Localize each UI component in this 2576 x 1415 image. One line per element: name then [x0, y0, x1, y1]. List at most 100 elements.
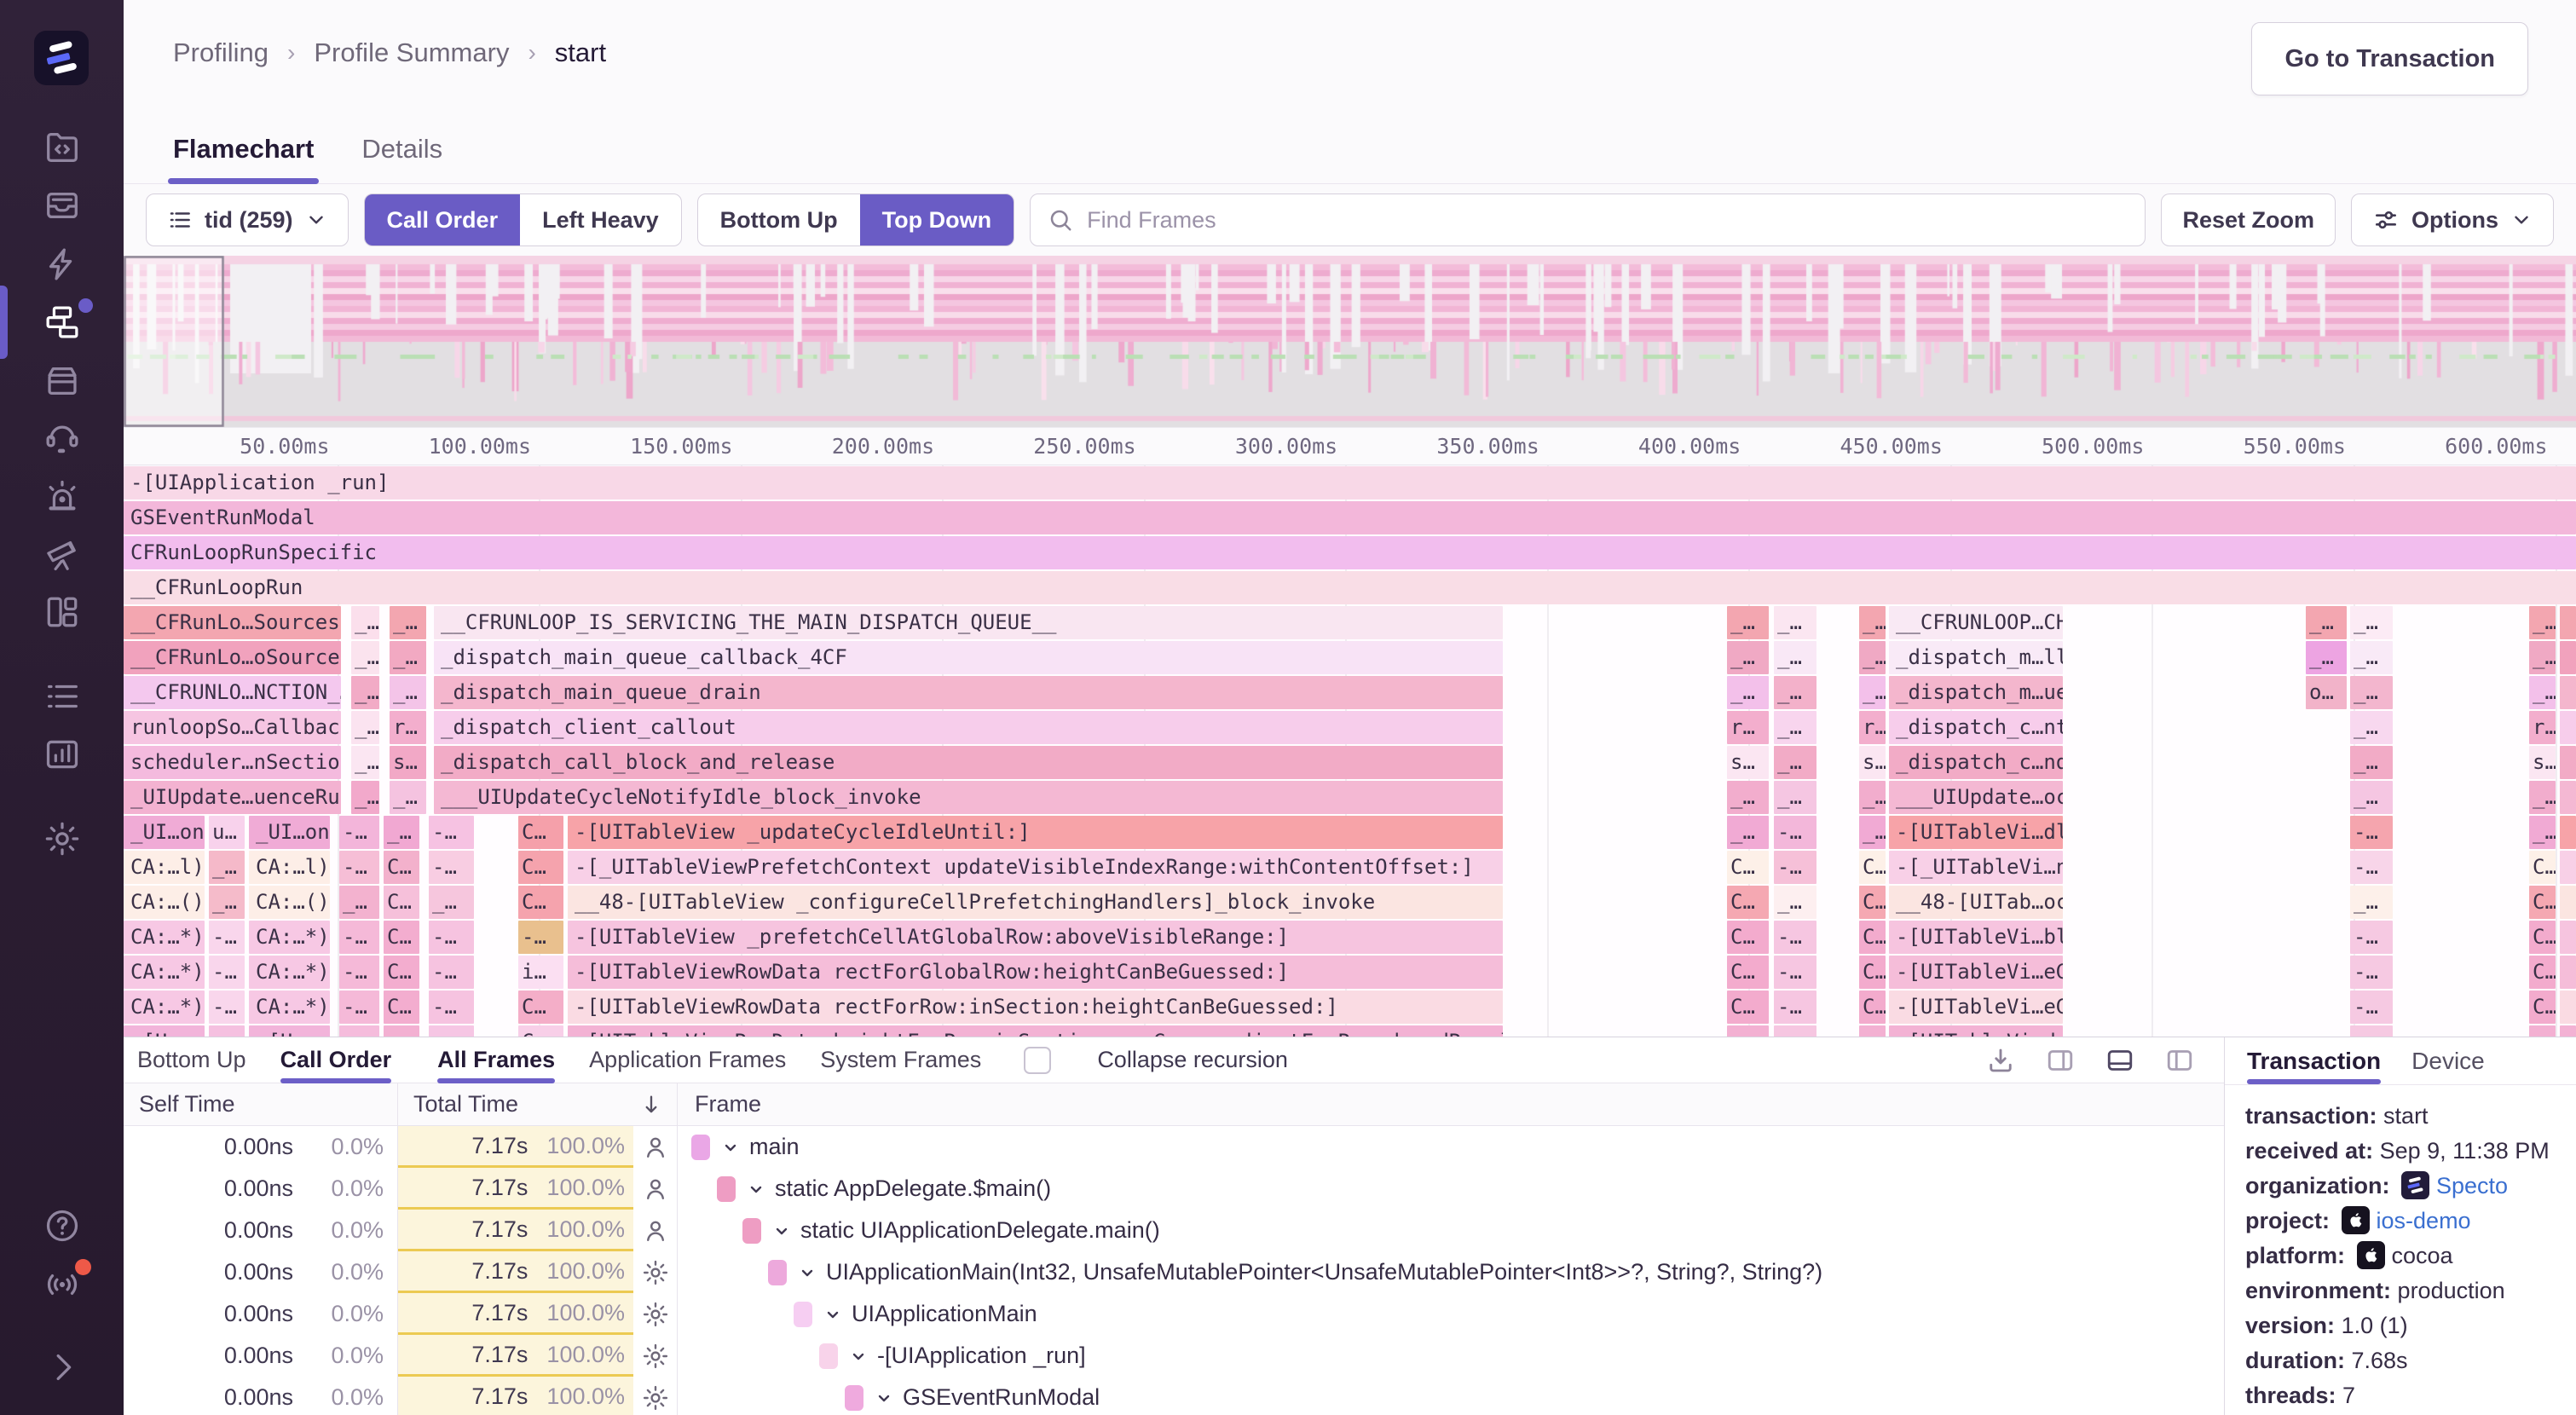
- flame-frame[interactable]: _UIUpdate…uenceRun: [124, 781, 341, 814]
- tab-flamechart[interactable]: Flamechart: [173, 134, 314, 183]
- flame-frame[interactable]: CA:…*): [124, 991, 205, 1024]
- flame-frame[interactable]: -…: [429, 816, 474, 849]
- flame-frame[interactable]: _…: [351, 641, 379, 674]
- flame-frame[interactable]: -…: [209, 991, 245, 1024]
- flame-frame[interactable]: C…: [2529, 851, 2556, 884]
- flame-frame[interactable]: __CFRunLo…oSource0: [124, 641, 341, 674]
- flame-frame[interactable]: -[UITableVi…eGuessed:]: [1889, 956, 2063, 989]
- sidebar-item-whats-new[interactable]: [0, 1256, 124, 1314]
- flame-frame[interactable]: runloopSo…Callback: [124, 711, 341, 744]
- flame-frame[interactable]: C…: [1859, 851, 1886, 884]
- table-tab-all-frames[interactable]: All Frames: [437, 1037, 555, 1083]
- sidebar-item-projects[interactable]: [0, 118, 124, 176]
- flame-frame[interactable]: C…: [518, 1025, 563, 1037]
- chevron-down-icon[interactable]: [874, 1388, 894, 1408]
- flame-frame[interactable]: _dispatch_call_block_and_release: [434, 746, 1503, 779]
- flame-frame[interactable]: _UI…on: [124, 816, 205, 849]
- table-tab-application-frames[interactable]: Application Frames: [589, 1037, 786, 1083]
- flame-frame[interactable]: [2560, 991, 2576, 1024]
- thread-selector-dropdown[interactable]: tid (259): [146, 193, 349, 246]
- flame-frame[interactable]: scheduler…nSection: [124, 746, 341, 779]
- flame-frame[interactable]: -…: [1774, 921, 1816, 954]
- flame-frame[interactable]: r…: [2529, 711, 2556, 744]
- flame-frame[interactable]: -…: [1774, 851, 1816, 884]
- sidebar-item-issues[interactable]: [0, 176, 124, 234]
- panel-tab-transaction[interactable]: Transaction: [2247, 1037, 2381, 1084]
- flame-frame[interactable]: _…: [351, 711, 379, 744]
- flame-frame[interactable]: _dispatch_c…nd_release: [1889, 746, 2063, 779]
- flame-frame[interactable]: _…: [351, 746, 379, 779]
- sentry-logo-icon[interactable]: [34, 31, 89, 85]
- flame-frame[interactable]: -…: [429, 1025, 474, 1037]
- flame-frame[interactable]: -[UITableVi…deredRow:]: [1889, 1025, 2063, 1037]
- flame-frame[interactable]: CFRunLoopRunSpecific: [124, 536, 2576, 569]
- flame-frame[interactable]: CA:…*): [124, 921, 205, 954]
- flame-frame[interactable]: -…: [1774, 956, 1816, 989]
- breadcrumb-profiling[interactable]: Profiling: [173, 38, 269, 68]
- tab-details[interactable]: Details: [361, 134, 442, 183]
- flame-frame[interactable]: [2560, 711, 2576, 744]
- flame-frame[interactable]: _…: [2350, 606, 2393, 639]
- flame-frame[interactable]: -…: [339, 956, 379, 989]
- flame-frame[interactable]: -…: [339, 816, 379, 849]
- flame-frame[interactable]: _…: [1859, 781, 1886, 814]
- flame-frame[interactable]: C…: [518, 886, 563, 919]
- table-row[interactable]: 0.00ns0.0%7.17s100.0%GSEventRunModal: [124, 1377, 2224, 1415]
- flame-frame[interactable]: __48-[UITab…ock_invoke: [1889, 886, 2063, 919]
- flame-frame[interactable]: _…: [2350, 641, 2393, 674]
- flame-frame[interactable]: -[U..:]: [124, 1025, 205, 1037]
- flame-frame[interactable]: CA:…*): [124, 956, 205, 989]
- flame-frame[interactable]: -[_UITableVi…ntOffset:]: [1889, 851, 2063, 884]
- flame-frame[interactable]: -…: [2350, 991, 2393, 1024]
- flame-frame[interactable]: C…: [384, 921, 419, 954]
- gear-icon[interactable]: [633, 1258, 677, 1287]
- table-tab-bottom-up[interactable]: Bottom Up: [137, 1037, 246, 1083]
- flame-frame[interactable]: C…: [1859, 956, 1886, 989]
- flame-frame[interactable]: u…: [209, 816, 245, 849]
- table-row[interactable]: 0.00ns0.0%7.17s100.0%static AppDelegate.…: [124, 1168, 2224, 1210]
- flame-frame[interactable]: C…: [1727, 851, 1769, 884]
- flame-frame[interactable]: [2560, 851, 2576, 884]
- flame-frame[interactable]: -[UITableViewRowData heightForRow:inSect…: [568, 1025, 1503, 1037]
- flame-frame[interactable]: -…: [339, 1025, 379, 1037]
- flame-frame[interactable]: C…: [1859, 886, 1886, 919]
- flame-frame[interactable]: _…: [1727, 781, 1769, 814]
- flame-frame[interactable]: -: [1727, 1025, 1769, 1037]
- flame-frame[interactable]: _…: [390, 781, 426, 814]
- flame-frame[interactable]: _…: [2350, 781, 2393, 814]
- flame-frame[interactable]: CA:…(): [249, 886, 330, 919]
- flame-frame[interactable]: _…: [1774, 711, 1816, 744]
- search-input[interactable]: [1087, 207, 2128, 234]
- flame-frame[interactable]: C…: [2529, 886, 2556, 919]
- flame-frame[interactable]: _…: [2350, 711, 2393, 744]
- reset-zoom-button[interactable]: Reset Zoom: [2161, 193, 2336, 246]
- flame-frame[interactable]: __CFRunLoopRun: [124, 571, 2576, 604]
- sidebar-item-releases[interactable]: [0, 351, 124, 409]
- layout-split-bottom-icon[interactable]: [2105, 1045, 2135, 1076]
- chevron-down-icon[interactable]: [771, 1221, 792, 1241]
- flame-frame[interactable]: _…: [1774, 641, 1816, 674]
- layout-split-right-icon[interactable]: [2045, 1045, 2076, 1076]
- flame-frame[interactable]: _…: [2350, 746, 2393, 779]
- flame-frame[interactable]: -…: [339, 921, 379, 954]
- flame-frame[interactable]: _…: [390, 641, 426, 674]
- flame-frame[interactable]: C…: [1727, 886, 1769, 919]
- flame-frame[interactable]: _…: [2529, 816, 2556, 849]
- flamechart-minimap[interactable]: [124, 256, 2576, 427]
- flame-frame[interactable]: s…: [390, 746, 426, 779]
- flame-frame[interactable]: -…: [209, 956, 245, 989]
- flame-frame[interactable]: C…: [384, 886, 419, 919]
- flame-frame[interactable]: _dispatch_c…nt_callout: [1889, 711, 2063, 744]
- user-icon[interactable]: [633, 1133, 677, 1162]
- sidebar-item-collapse[interactable]: [0, 1338, 124, 1396]
- flame-frame[interactable]: _…: [351, 676, 379, 709]
- flame-frame[interactable]: _…: [1727, 641, 1769, 674]
- chevron-down-icon[interactable]: [720, 1137, 741, 1158]
- flame-frame[interactable]: [2560, 816, 2576, 849]
- flame-frame[interactable]: r…: [390, 711, 426, 744]
- flame-frame[interactable]: C…: [1859, 991, 1886, 1024]
- flame-frame[interactable]: _…: [1859, 816, 1886, 849]
- column-total-time[interactable]: Total Time: [398, 1083, 678, 1125]
- table-row[interactable]: 0.00ns0.0%7.17s100.0%UIApplicationMain: [124, 1293, 2224, 1335]
- sidebar-item-discover[interactable]: [0, 525, 124, 583]
